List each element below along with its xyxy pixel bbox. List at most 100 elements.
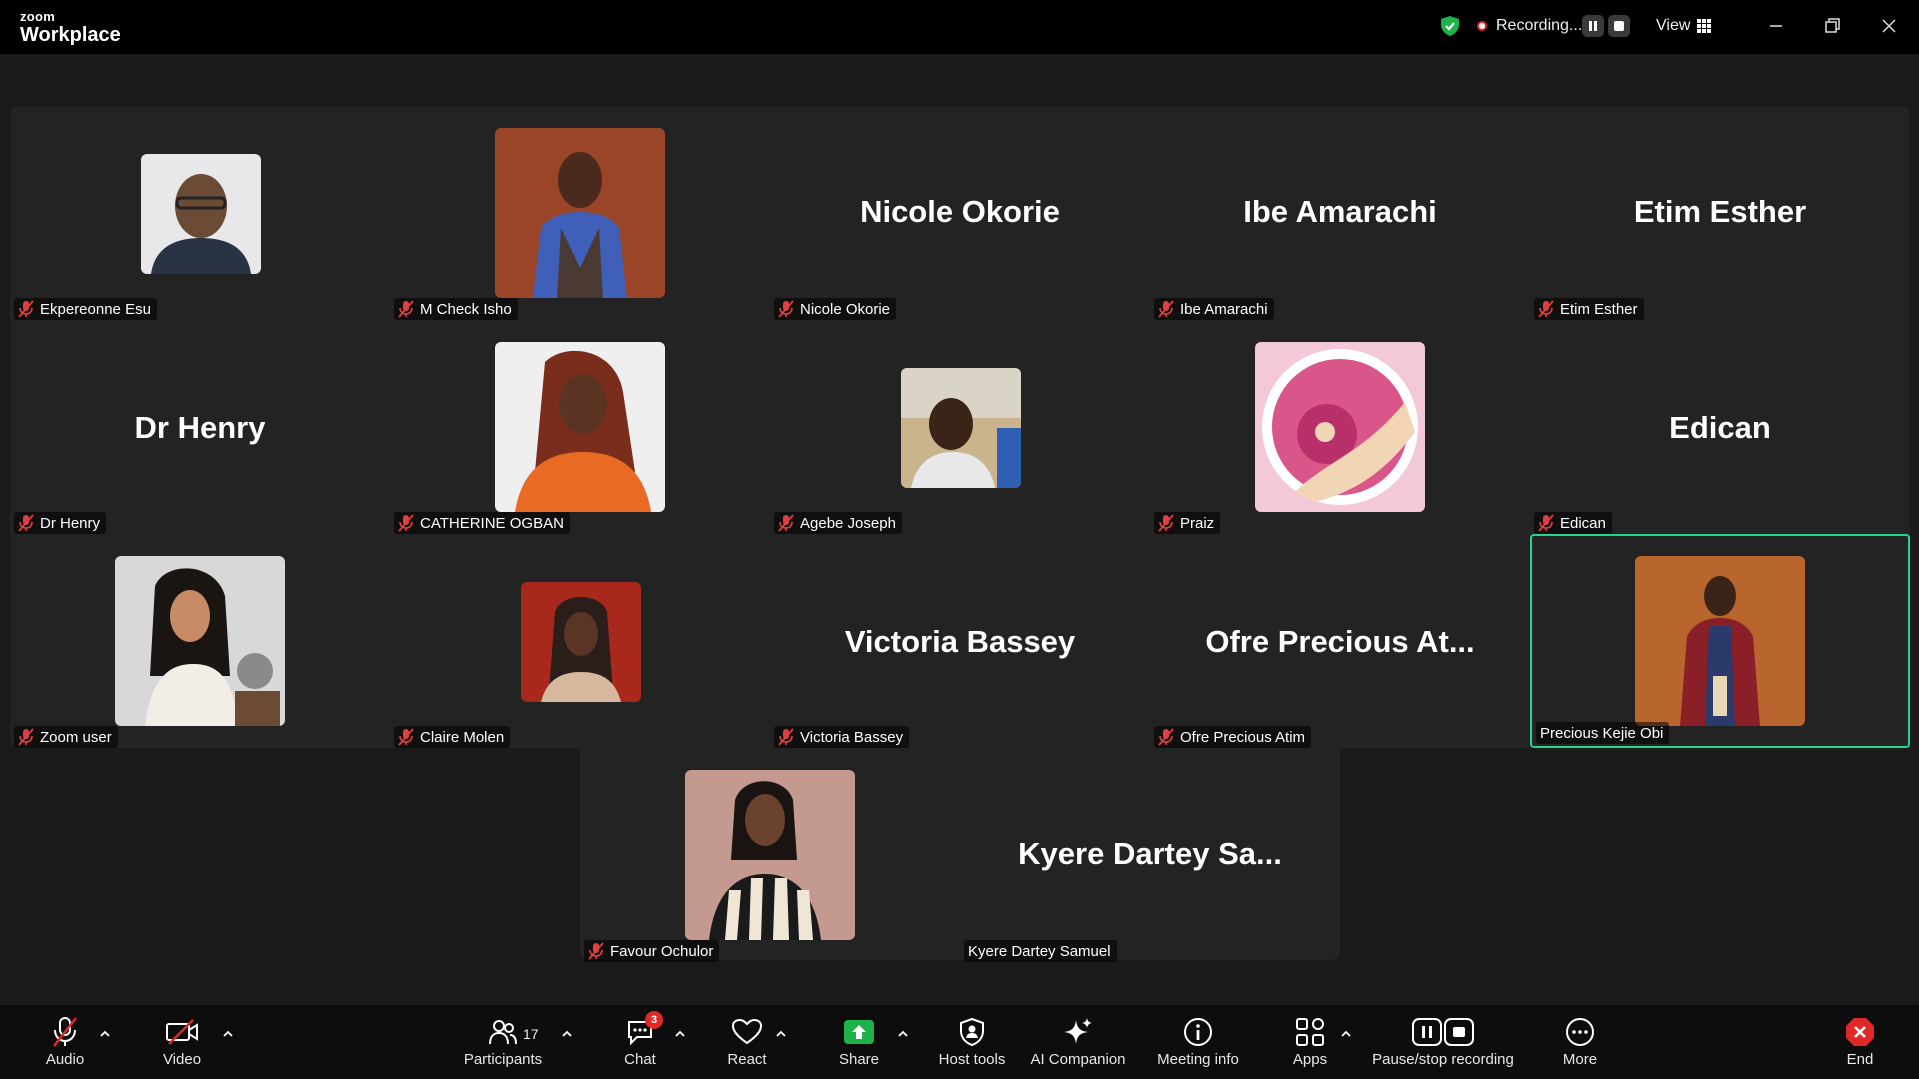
brand-big: Workplace <box>20 24 121 46</box>
apps-icon <box>1296 1018 1324 1046</box>
participant-name: Claire Molen <box>420 728 505 746</box>
video-off-icon <box>166 1019 198 1045</box>
participant-tile[interactable]: Claire Molen <box>390 536 770 750</box>
participant-name-tag: Kyere Dartey Samuel <box>964 940 1117 962</box>
participant-tile-active-speaker[interactable]: Precious Kejie Obi <box>1530 534 1910 748</box>
participant-tile[interactable]: Dr Henry Dr Henry <box>10 322 390 536</box>
participant-tile[interactable]: Nicole Okorie Nicole Okorie <box>770 108 1150 322</box>
apps-label: Apps <box>1292 1051 1328 1068</box>
minimize-window-icon[interactable] <box>1764 14 1788 38</box>
participant-name-tag: Dr Henry <box>14 512 107 534</box>
mic-muted-icon <box>1538 514 1554 532</box>
participant-photo <box>495 128 665 298</box>
participant-display-name: Edican <box>1669 410 1771 445</box>
heart-icon <box>731 1018 763 1045</box>
info-icon <box>1184 1018 1212 1046</box>
meeting-info-button[interactable]: Meeting info <box>1150 1015 1246 1075</box>
video-options-caret-icon[interactable] <box>222 1029 234 1039</box>
stop-recording-button[interactable] <box>1608 15 1630 37</box>
participant-tile[interactable]: CATHERINE OGBAN <box>390 322 770 536</box>
participant-photo <box>1635 556 1805 726</box>
ai-companion-button[interactable]: AI Companion <box>1028 1015 1128 1075</box>
participant-tile[interactable]: Ekpereonne Esu <box>10 108 390 322</box>
participant-display-name: Dr Henry <box>134 410 266 445</box>
audio-options-caret-icon[interactable] <box>99 1029 111 1039</box>
apps-button[interactable]: Apps <box>1283 1015 1337 1075</box>
ai-companion-label: AI Companion <box>1030 1051 1126 1068</box>
pause-recording-button[interactable] <box>1582 15 1604 37</box>
participant-tile[interactable]: Favour Ochulor <box>580 750 960 964</box>
participants-label: Participants <box>463 1051 543 1068</box>
participants-options-caret-icon[interactable] <box>561 1029 573 1039</box>
view-button[interactable]: View <box>1656 17 1690 35</box>
recording-dot-icon <box>1477 21 1487 31</box>
brand-small: zoom <box>20 9 56 24</box>
video-button[interactable]: Video <box>155 1015 209 1075</box>
mic-muted-icon <box>398 514 414 532</box>
recording-status[interactable]: Recording... <box>1496 17 1582 35</box>
participant-tile[interactable]: M Check Isho <box>390 108 770 322</box>
participant-display-name: Victoria Bassey <box>844 624 1076 659</box>
participant-name: Edican <box>1560 514 1606 532</box>
pause-stop-recording-icon <box>1412 1018 1474 1046</box>
participant-tile[interactable]: Edican Edican <box>1530 322 1910 536</box>
participant-name: Zoom user <box>40 728 112 746</box>
participant-name-tag: Ekpereonne Esu <box>14 298 157 320</box>
participant-tile[interactable]: Agebe Joseph <box>770 322 1150 536</box>
participant-photo <box>115 556 285 726</box>
participant-name: Dr Henry <box>40 514 101 532</box>
participant-photo <box>901 368 1021 488</box>
host-tools-button[interactable]: Host tools <box>932 1015 1012 1075</box>
participant-photo <box>521 582 641 702</box>
security-shield-icon[interactable] <box>1440 15 1460 37</box>
share-options-caret-icon[interactable] <box>897 1029 909 1039</box>
participant-display-name: Etim Esther <box>1633 194 1807 229</box>
restore-window-icon[interactable] <box>1820 14 1844 38</box>
more-button[interactable]: More <box>1553 1015 1607 1075</box>
participant-tile[interactable]: Ofre Precious At... Ofre Precious Atim <box>1150 536 1530 750</box>
participants-icon <box>489 1020 517 1045</box>
participant-name-tag: M Check Isho <box>394 298 518 320</box>
end-label: End <box>1846 1051 1874 1068</box>
participant-tile[interactable]: Zoom user <box>10 536 390 750</box>
participant-name: M Check Isho <box>420 300 512 318</box>
participant-photo <box>685 770 855 940</box>
share-label: Share <box>838 1051 880 1068</box>
close-window-icon[interactable] <box>1877 14 1901 38</box>
react-button[interactable]: React <box>720 1015 774 1075</box>
mic-muted-icon <box>1158 300 1174 318</box>
participant-display-name: Nicole Okorie <box>860 194 1060 229</box>
mic-muted-icon <box>18 728 34 746</box>
more-label: More <box>1562 1051 1598 1068</box>
react-options-caret-icon[interactable] <box>775 1029 787 1039</box>
audio-button[interactable]: Audio <box>38 1015 92 1075</box>
end-meeting-button[interactable]: End <box>1838 1015 1882 1075</box>
participant-name: Ofre Precious Atim <box>1180 728 1306 746</box>
participant-tile[interactable]: Kyere Dartey Sa... Kyere Dartey Samuel <box>960 750 1340 964</box>
share-screen-icon <box>844 1020 874 1044</box>
participant-tile[interactable]: Etim Esther Etim Esther <box>1530 108 1910 322</box>
participant-name: Ekpereonne Esu <box>40 300 151 318</box>
participant-name: Precious Kejie Obi <box>1540 724 1664 742</box>
mic-muted-icon <box>18 300 34 318</box>
mic-muted-icon <box>398 300 414 318</box>
view-grid-icon[interactable] <box>1697 19 1711 33</box>
share-button[interactable]: Share <box>832 1015 886 1075</box>
participant-tile[interactable]: Praiz <box>1150 322 1530 536</box>
sparkle-icon <box>1064 1018 1092 1044</box>
mic-muted-icon <box>778 514 794 532</box>
pause-stop-recording-button[interactable]: Pause/stop recording <box>1368 1015 1518 1075</box>
participant-name-tag: Agebe Joseph <box>774 512 902 534</box>
participant-name: Agebe Joseph <box>800 514 896 532</box>
participant-name-tag: Etim Esther <box>1534 298 1644 320</box>
participants-button[interactable]: Participants <box>458 1015 548 1075</box>
chat-button[interactable]: 3 Chat <box>615 1011 665 1075</box>
chat-label: Chat <box>624 1051 656 1068</box>
participant-tile[interactable]: Ibe Amarachi Ibe Amarachi <box>1150 108 1530 322</box>
title-bar: zoom Workplace Recording... View <box>0 0 1919 54</box>
apps-options-caret-icon[interactable] <box>1340 1029 1352 1039</box>
participant-name-tag: Ibe Amarachi <box>1154 298 1274 320</box>
chat-options-caret-icon[interactable] <box>674 1029 686 1039</box>
participant-tile[interactable]: Victoria Bassey Victoria Bassey <box>770 536 1150 750</box>
mic-muted-icon <box>1158 728 1174 746</box>
